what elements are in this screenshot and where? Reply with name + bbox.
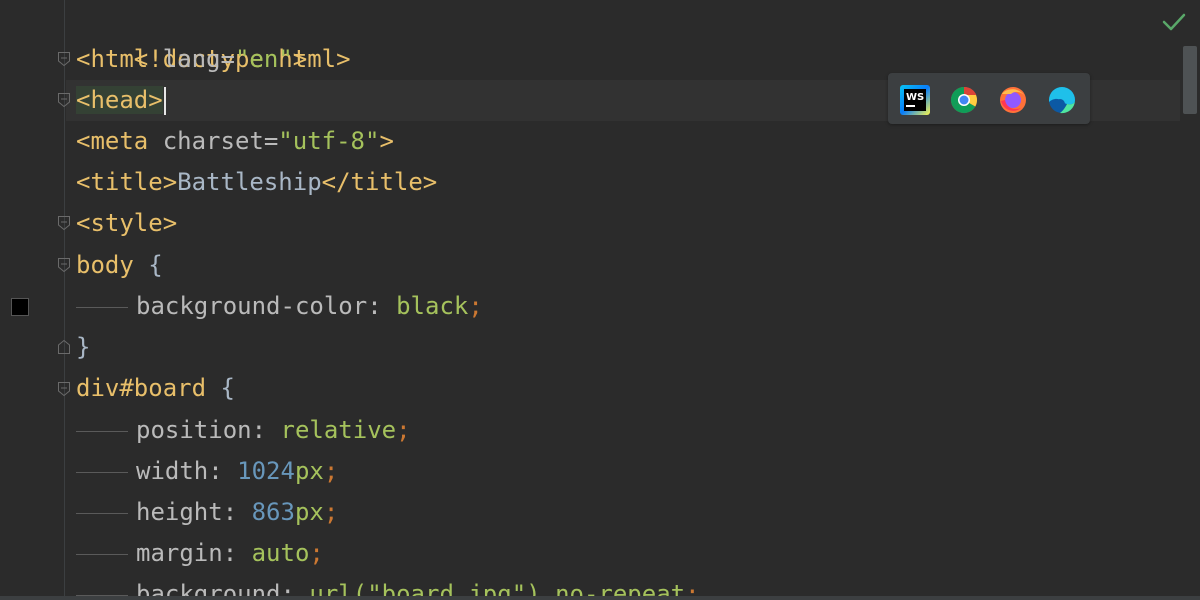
fold-end-icon[interactable] [57, 339, 71, 355]
code-line-8[interactable]: background-color: black; [76, 286, 483, 327]
code-line-11[interactable]: position: relative; [76, 410, 411, 451]
lang-attribute: lang= [162, 45, 235, 73]
css-property: width: [136, 457, 223, 485]
meta-open-tag: <meta [76, 127, 149, 155]
code-line-3[interactable]: <head> [76, 80, 166, 121]
open-brace: { [148, 251, 163, 279]
webstorm-icon[interactable]: WS [900, 85, 930, 115]
open-brace: { [220, 374, 235, 402]
fold-icon[interactable] [57, 257, 71, 273]
code-line-9[interactable]: } [76, 327, 90, 368]
code-line-13[interactable]: height: 863px; [76, 492, 338, 533]
code-line-14[interactable]: margin: auto; [76, 533, 324, 574]
close-brace: } [76, 333, 91, 361]
html-open-tag: <html [76, 45, 149, 73]
code-line-5[interactable]: <title>Battleship</title> [76, 162, 437, 203]
css-unit: px [294, 498, 324, 526]
css-property: background-color: [136, 292, 382, 320]
horizontal-scrollbar[interactable] [0, 596, 1200, 600]
scrollbar-thumb[interactable] [1183, 46, 1197, 114]
semicolon: ; [323, 498, 339, 526]
semicolon: ; [468, 292, 483, 320]
indent-guide [76, 512, 128, 514]
semicolon: ; [323, 457, 339, 485]
indent-guide [76, 306, 128, 308]
indent-guide [76, 471, 128, 473]
fold-icon[interactable] [57, 92, 71, 108]
css-property: height: [136, 498, 238, 526]
indent-guide [76, 430, 128, 432]
indent-guide [76, 553, 128, 555]
text-caret [163, 87, 166, 115]
style-tag: <style> [76, 209, 178, 237]
html-close-bracket: > [292, 45, 308, 73]
css-value: auto [251, 539, 310, 567]
charset-attribute: charset= [162, 127, 279, 155]
css-value: relative [280, 416, 397, 444]
code-line-4[interactable]: <meta charset="utf-8"> [76, 121, 394, 162]
title-close-tag: </title> [321, 168, 438, 196]
css-value: black [396, 292, 469, 320]
code-line-1[interactable]: <!doctype html> [76, 0, 351, 73]
title-open-tag: <title> [76, 168, 178, 196]
svg-text:WS: WS [906, 92, 924, 103]
code-line-10[interactable]: div#board { [76, 368, 235, 409]
open-in-browser-popup: WS [888, 73, 1090, 124]
meta-close-bracket: > [379, 127, 394, 155]
gutter-divider [64, 0, 65, 600]
fold-icon[interactable] [57, 51, 71, 67]
css-property: position: [136, 416, 267, 444]
code-line-12[interactable]: width: 1024px; [76, 451, 338, 492]
semicolon: ; [309, 539, 324, 567]
lang-value: "en" [234, 45, 293, 73]
head-tag: <head> [76, 86, 163, 114]
code-line-2[interactable]: <html lang="en"> [76, 39, 307, 80]
fold-icon[interactable] [57, 381, 71, 397]
chrome-icon[interactable] [949, 85, 979, 115]
code-line-7[interactable]: body { [76, 245, 163, 286]
edge-icon[interactable] [1047, 85, 1077, 115]
title-text: Battleship [177, 168, 322, 196]
css-number: 1024 [237, 457, 295, 485]
board-selector: div#board [76, 374, 207, 402]
charset-value: "utf-8" [278, 127, 380, 155]
check-icon [1162, 13, 1186, 31]
fold-icon[interactable] [57, 215, 71, 231]
body-selector: body [76, 251, 134, 279]
semicolon: ; [396, 416, 411, 444]
code-line-6[interactable]: <style> [76, 203, 177, 244]
code-editor[interactable]: <!doctype html> <html lang="en"> <head> … [0, 0, 1200, 600]
css-unit: px [294, 457, 324, 485]
css-property: margin: [136, 539, 238, 567]
firefox-icon[interactable] [998, 85, 1028, 115]
color-swatch[interactable] [11, 298, 29, 316]
css-number: 863 [251, 498, 295, 526]
